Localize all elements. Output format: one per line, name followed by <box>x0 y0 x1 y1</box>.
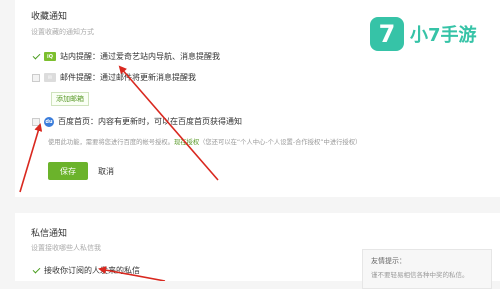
arrow-to-baidu-option <box>19 123 43 193</box>
annotation-arrows <box>19 65 219 281</box>
arrow-to-private-option <box>98 266 166 281</box>
arrow-to-site-reminder <box>118 65 219 181</box>
